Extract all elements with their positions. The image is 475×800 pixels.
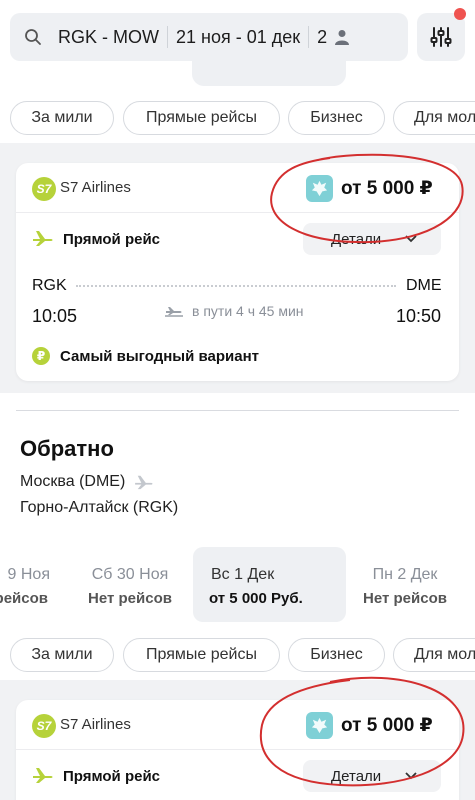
chevron-down-icon [405, 235, 417, 243]
date-label: Сб 30 Ноя [91, 566, 169, 583]
details-button[interactable]: Детали [303, 223, 441, 255]
chip-direct[interactable]: Прямые рейсы [123, 638, 280, 672]
emblem-icon [306, 175, 333, 202]
plane-icon [32, 229, 54, 252]
chevron-down-icon [405, 772, 417, 780]
price: от 5 000 ₽ [341, 178, 433, 199]
details-button[interactable]: Детали [303, 760, 441, 792]
date-option[interactable]: Пн 2 Дек Нет рейсов [350, 547, 460, 622]
chip-miles[interactable]: За мили [10, 101, 114, 135]
date-option[interactable]: Сб 30 Ноя Нет рейсов [78, 547, 182, 622]
chip-direct[interactable]: Прямые рейсы [123, 101, 280, 135]
details-label: Детали [331, 767, 382, 785]
return-from-text: Москва (DME) [20, 473, 126, 490]
return-to: Горно-Алтайск (RGK) [20, 499, 179, 516]
date-label: 9 Ноя [7, 566, 50, 583]
emblem-icon [306, 712, 333, 739]
date-status: Нет рейсов [88, 590, 172, 607]
date-label: Пн 2 Дек [372, 566, 438, 583]
route-text: RGK - MOW [50, 26, 168, 48]
dates-text: 21 ноя - 01 дек [168, 26, 310, 48]
passengers-count: 2 [317, 27, 328, 47]
search-summary-field[interactable]: RGK - MOW 21 ноя - 01 дек 2 [10, 13, 408, 61]
departure-time: 10:05 [32, 306, 78, 326]
duration-text: в пути 4 ч 45 мин [192, 303, 304, 319]
chip-youth[interactable]: Для мол [393, 638, 475, 672]
arrival-code: DME [406, 277, 442, 294]
chip-miles[interactable]: За мили [10, 638, 114, 672]
airline-logo: S7 [32, 714, 56, 738]
notification-dot [454, 8, 466, 20]
arrival-time: 10:50 [396, 306, 442, 326]
flight-card[interactable]: S7 S7 Airlines от 5 000 ₽ Прямой рейс Де… [16, 700, 459, 800]
plane-icon [32, 766, 54, 789]
flight-card[interactable]: S7 S7 Airlines от 5 000 ₽ Прямой рейс Де… [16, 163, 459, 381]
chip-business[interactable]: Бизнес [288, 638, 385, 672]
date-status: от 5 000 Руб. [209, 590, 303, 607]
filter-chips: За мили Прямые рейсы Бизнес Для мол [0, 101, 475, 137]
filter-chips-return: За мили Прямые рейсы Бизнес Для мол [0, 638, 475, 674]
plane-icon [135, 475, 153, 490]
best-deal-label: Самый выгодный вариант [60, 348, 259, 365]
duration: в пути 4 ч 45 мин [164, 303, 304, 319]
sliders-icon [430, 27, 452, 47]
direct-flight-label: Прямой рейс [63, 231, 161, 248]
price: от 5 000 ₽ [341, 715, 433, 736]
airline-name: S7 Airlines [60, 179, 131, 196]
divider [16, 410, 459, 411]
details-label: Детали [331, 230, 382, 248]
person-icon [335, 30, 350, 45]
chip-business[interactable]: Бизнес [288, 101, 385, 135]
date-option[interactable]: 9 Ноя рейсов [0, 547, 80, 622]
passengers: 2 [309, 26, 359, 48]
date-status: рейсов [0, 590, 48, 607]
ruble-icon: ₽ [32, 347, 50, 365]
return-title: Обратно [20, 436, 114, 461]
takeoff-icon [165, 307, 183, 317]
return-from: Москва (DME) [20, 473, 155, 491]
departure-code: RGK [32, 277, 67, 294]
date-status: Нет рейсов [363, 590, 447, 607]
search-icon [24, 28, 50, 46]
date-option-selected[interactable]: Вс 1 Дек от 5 000 Руб. [193, 547, 346, 622]
sort-tab-partial[interactable] [192, 58, 346, 86]
airline-logo: S7 [32, 177, 56, 201]
chip-youth[interactable]: Для мол [393, 101, 475, 135]
date-label: Вс 1 Дек [211, 566, 275, 583]
filter-settings-button[interactable] [417, 13, 465, 61]
route-line [76, 285, 396, 287]
direct-flight-label: Прямой рейс [63, 768, 161, 785]
airline-name: S7 Airlines [60, 716, 131, 733]
date-selector: 9 Ноя рейсов Сб 30 Ноя Нет рейсов Вс 1 Д… [0, 547, 475, 622]
